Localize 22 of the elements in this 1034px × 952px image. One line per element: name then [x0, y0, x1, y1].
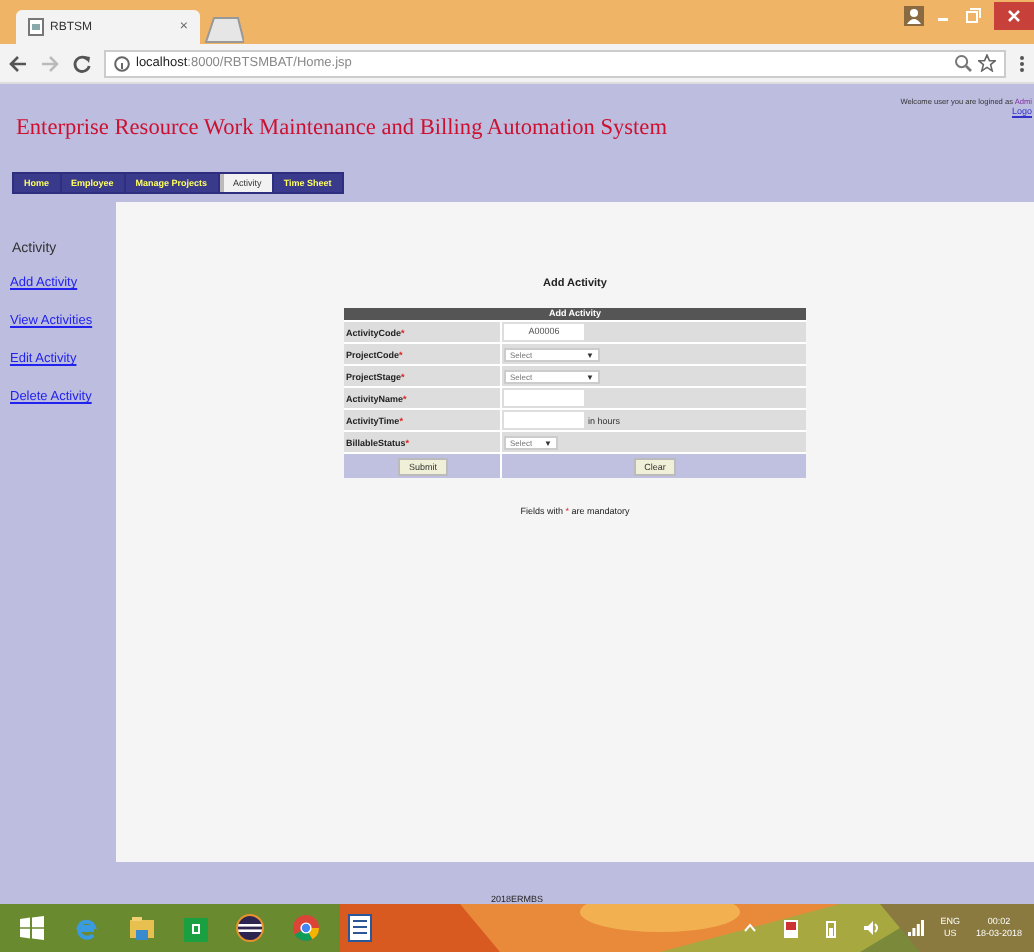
- site-title: Enterprise Resource Work Maintenance and Billing Automation System: [16, 116, 667, 144]
- back-icon[interactable]: [8, 53, 28, 73]
- document-icon[interactable]: [348, 914, 372, 942]
- menu-icon[interactable]: [1018, 53, 1026, 73]
- chrome-icon[interactable]: [292, 914, 320, 942]
- input-field[interactable]: [504, 412, 584, 428]
- reload-icon[interactable]: [72, 53, 92, 73]
- input-field[interactable]: [504, 390, 584, 406]
- folder-icon[interactable]: [128, 914, 156, 942]
- close-icon[interactable]: [994, 2, 1034, 30]
- new-tab-icon[interactable]: [200, 16, 244, 44]
- windows-icon[interactable]: [20, 916, 44, 940]
- info-icon: [114, 55, 130, 71]
- battery-icon[interactable]: [826, 919, 837, 937]
- star-icon[interactable]: [978, 54, 996, 72]
- user-icon[interactable]: [904, 6, 924, 26]
- bag-icon[interactable]: [184, 914, 208, 942]
- page-icon: [28, 18, 44, 36]
- striped-circle-icon[interactable]: [236, 914, 264, 942]
- zoom-icon[interactable]: [954, 54, 972, 72]
- speaker-icon[interactable]: [864, 920, 881, 936]
- network-icon[interactable]: [908, 920, 925, 936]
